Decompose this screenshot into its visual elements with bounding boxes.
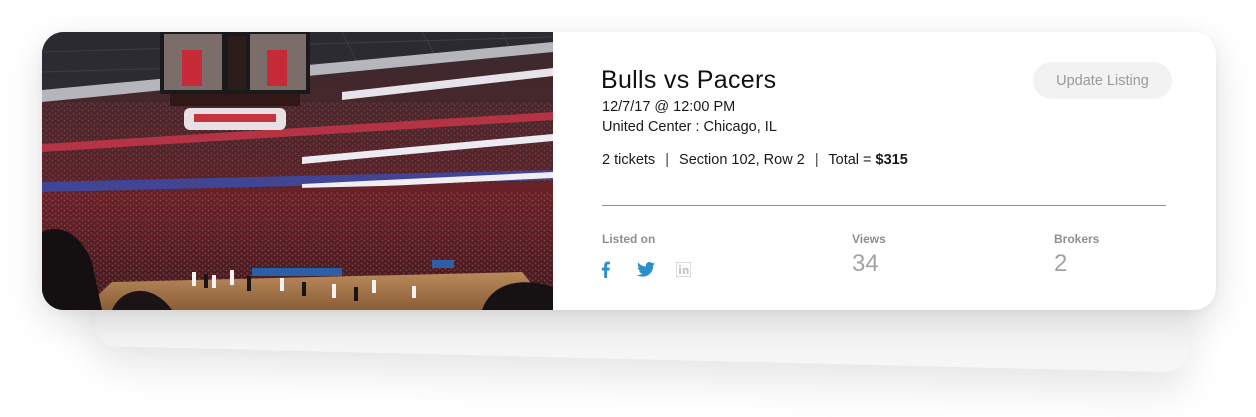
event-venue: United Center : Chicago, IL (602, 119, 777, 135)
total-amount: $315 (875, 152, 908, 168)
event-photo (42, 32, 553, 310)
brokers-label: Brokers (1054, 232, 1100, 246)
event-datetime: 12/7/17 @ 12:00 PM (602, 99, 736, 115)
facebook-icon[interactable] (601, 260, 610, 278)
ticket-summary: 2 tickets | Section 102, Row 2 | Total =… (602, 152, 908, 168)
total-label: Total = (828, 152, 872, 168)
twitter-icon[interactable] (637, 260, 655, 278)
divider (602, 205, 1166, 206)
views-count: 34 (852, 250, 879, 277)
listing-details: Bulls vs Pacers 12/7/17 @ 12:00 PM Unite… (601, 32, 1216, 310)
ticket-section-row: Section 102, Row 2 (679, 152, 805, 168)
listing-card: Bulls vs Pacers 12/7/17 @ 12:00 PM Unite… (42, 32, 1216, 310)
ticket-quantity: 2 tickets (602, 152, 656, 168)
listed-on-label: Listed on (602, 232, 656, 246)
update-listing-button[interactable]: Update Listing (1033, 62, 1172, 99)
linkedin-icon[interactable] (676, 260, 691, 278)
event-title: Bulls vs Pacers (601, 66, 777, 94)
separator: | (814, 152, 819, 168)
separator: | (665, 152, 669, 168)
brokers-count: 2 (1054, 250, 1068, 277)
views-label: Views (852, 232, 886, 246)
